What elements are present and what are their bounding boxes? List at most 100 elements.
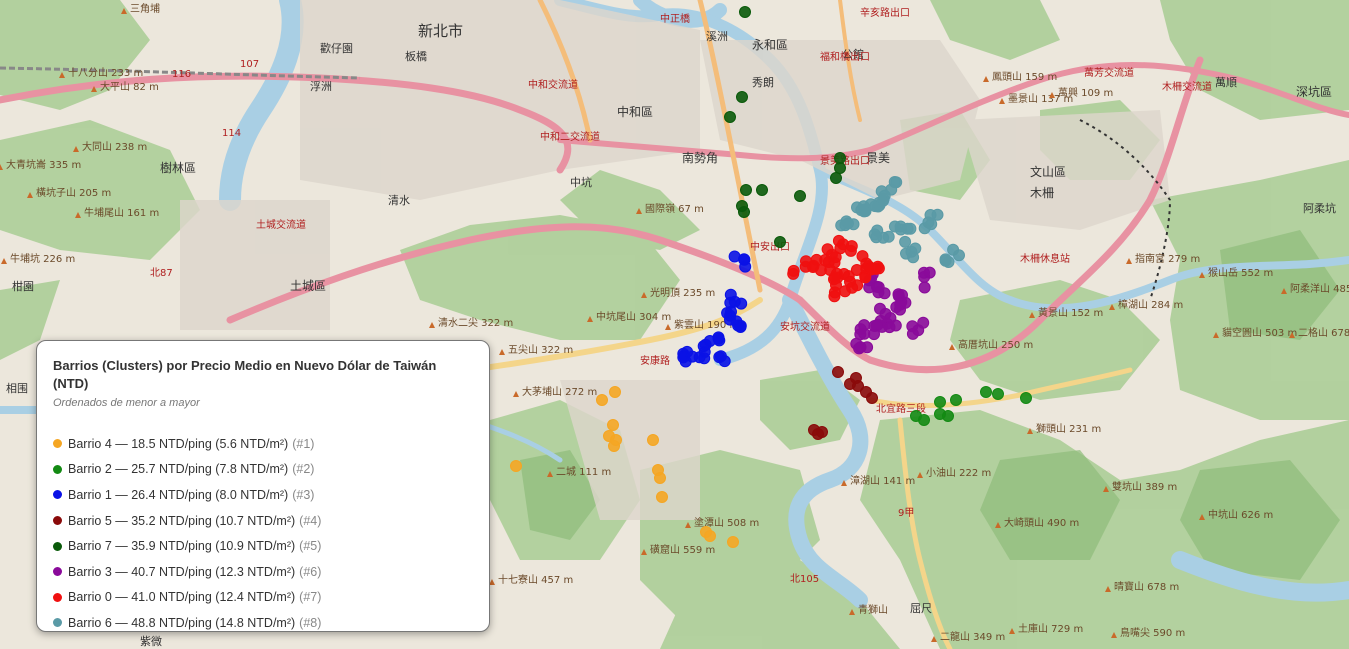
cluster-marker[interactable] [992, 388, 1004, 400]
cluster-marker[interactable] [698, 346, 711, 358]
cluster-marker[interactable] [901, 222, 914, 235]
cluster-marker[interactable] [828, 256, 841, 269]
cluster-marker[interactable] [907, 251, 920, 264]
cluster-marker[interactable] [738, 206, 750, 218]
peak-label: 橫坑子山 205 m [36, 186, 111, 199]
cluster-marker[interactable] [858, 327, 871, 340]
cluster-marker[interactable] [870, 280, 883, 293]
cluster-marker[interactable] [712, 331, 725, 344]
cluster-marker[interactable] [877, 194, 890, 207]
peak-label: 二格山 678 m [1298, 326, 1349, 339]
cluster-marker[interactable] [870, 231, 883, 244]
cluster-marker[interactable] [939, 254, 952, 267]
cluster-marker[interactable] [844, 378, 856, 390]
cluster-marker[interactable] [947, 243, 960, 256]
cluster-marker[interactable] [876, 320, 888, 333]
cluster-marker[interactable] [839, 285, 851, 298]
cluster-marker[interactable] [610, 434, 622, 446]
cluster-marker[interactable] [888, 176, 901, 188]
peak-label: 磺窟山 559 m [650, 543, 715, 556]
legend-item-label: Barrio 7 — 35.9 NTD/ping (10.9 NTD/m²) [68, 539, 296, 554]
place-label: 中和區 [617, 104, 653, 119]
place-label: 永和區 [752, 38, 788, 52]
cluster-marker[interactable] [724, 111, 736, 123]
legend-item: Barrio 3 — 40.7 NTD/ping (12.3 NTD/m²) (#… [53, 559, 475, 585]
cluster-marker[interactable] [704, 530, 716, 542]
cluster-marker[interactable] [918, 281, 931, 294]
legend-item-label: Barrio 2 — 25.7 NTD/ping (7.8 NTD/m²) [68, 462, 289, 477]
cluster-marker[interactable] [735, 297, 748, 310]
place-label: 相围 [6, 382, 28, 395]
legend-item-rank: (#6) [299, 564, 322, 579]
cluster-marker[interactable] [727, 536, 739, 548]
place-label: 深坑區 [1296, 84, 1332, 99]
cluster-marker[interactable] [906, 320, 919, 333]
cluster-marker[interactable] [834, 162, 846, 174]
cluster-marker[interactable] [834, 152, 846, 164]
place-label: 南勢角 [682, 150, 718, 165]
cluster-marker[interactable] [844, 244, 857, 257]
legend-color-dot [53, 567, 62, 577]
cluster-marker[interactable] [816, 426, 828, 438]
cluster-marker[interactable] [934, 408, 946, 420]
cluster-marker[interactable] [596, 394, 608, 406]
legend-color-dot [53, 439, 62, 449]
cluster-marker[interactable] [794, 190, 806, 202]
cluster-marker[interactable] [728, 250, 741, 263]
cluster-marker[interactable] [888, 220, 901, 233]
cluster-marker[interactable] [980, 386, 992, 398]
cluster-marker[interactable] [832, 366, 844, 378]
cluster-marker[interactable] [857, 200, 870, 213]
cluster-marker[interactable] [866, 392, 878, 404]
cluster-marker[interactable] [607, 419, 619, 431]
cluster-marker[interactable] [807, 259, 820, 272]
cluster-marker[interactable] [899, 235, 912, 248]
cluster-marker[interactable] [851, 279, 864, 292]
cluster-marker[interactable] [828, 290, 841, 303]
cluster-marker[interactable] [838, 268, 850, 280]
cluster-marker[interactable] [1020, 392, 1032, 404]
cluster-marker[interactable] [510, 460, 522, 472]
cluster-marker[interactable] [918, 414, 930, 426]
place-label: 新北市 [418, 22, 463, 40]
cluster-marker[interactable] [894, 298, 907, 311]
cluster-marker[interactable] [832, 234, 845, 247]
cluster-marker[interactable] [756, 184, 768, 196]
cluster-marker[interactable] [724, 288, 737, 301]
cluster-marker[interactable] [656, 491, 668, 503]
peak-label: 二龍山 349 m [940, 630, 1005, 643]
cluster-marker[interactable] [739, 260, 752, 273]
cluster-marker[interactable] [925, 218, 938, 231]
cluster-marker[interactable] [950, 394, 962, 406]
legend-item-rank: (#4) [299, 513, 322, 528]
cluster-marker[interactable] [647, 434, 659, 446]
peak-label: 雙坑山 389 m [1112, 480, 1177, 493]
cluster-marker[interactable] [934, 396, 946, 408]
cluster-marker[interactable] [740, 184, 752, 196]
legend-item-label: Barrio 0 — 41.0 NTD/ping (12.4 NTD/m²) [68, 590, 296, 605]
cluster-marker[interactable] [713, 351, 726, 364]
cluster-marker[interactable] [736, 91, 748, 103]
cluster-marker[interactable] [739, 6, 751, 18]
cluster-marker[interactable] [787, 264, 800, 277]
peak-label: 土庫山 729 m [1018, 622, 1083, 635]
legend-item-label: Barrio 1 — 26.4 NTD/ping (8.0 NTD/m²) [68, 487, 289, 502]
cluster-marker[interactable] [830, 172, 842, 184]
road-label: 北87 [150, 267, 173, 279]
cluster-marker[interactable] [923, 266, 936, 279]
cluster-marker[interactable] [734, 321, 747, 333]
cluster-marker[interactable] [654, 472, 666, 484]
cluster-marker[interactable] [879, 307, 892, 320]
cluster-marker[interactable] [774, 236, 786, 248]
cluster-marker[interactable] [863, 261, 876, 274]
cluster-marker[interactable] [609, 386, 621, 398]
cluster-marker[interactable] [840, 215, 853, 228]
peak-label: 大同山 238 m [82, 140, 147, 153]
road-label: 安坑交流道 [780, 320, 830, 333]
legend-item: Barrio 5 — 35.2 NTD/ping (10.7 NTD/m²) (#… [53, 508, 475, 534]
peak-label: 鳳頭山 159 m [992, 71, 1057, 83]
cluster-marker[interactable] [721, 307, 734, 319]
cluster-marker[interactable] [854, 341, 867, 354]
cluster-marker[interactable] [686, 350, 699, 363]
place-label: 萬順 [1215, 76, 1237, 89]
